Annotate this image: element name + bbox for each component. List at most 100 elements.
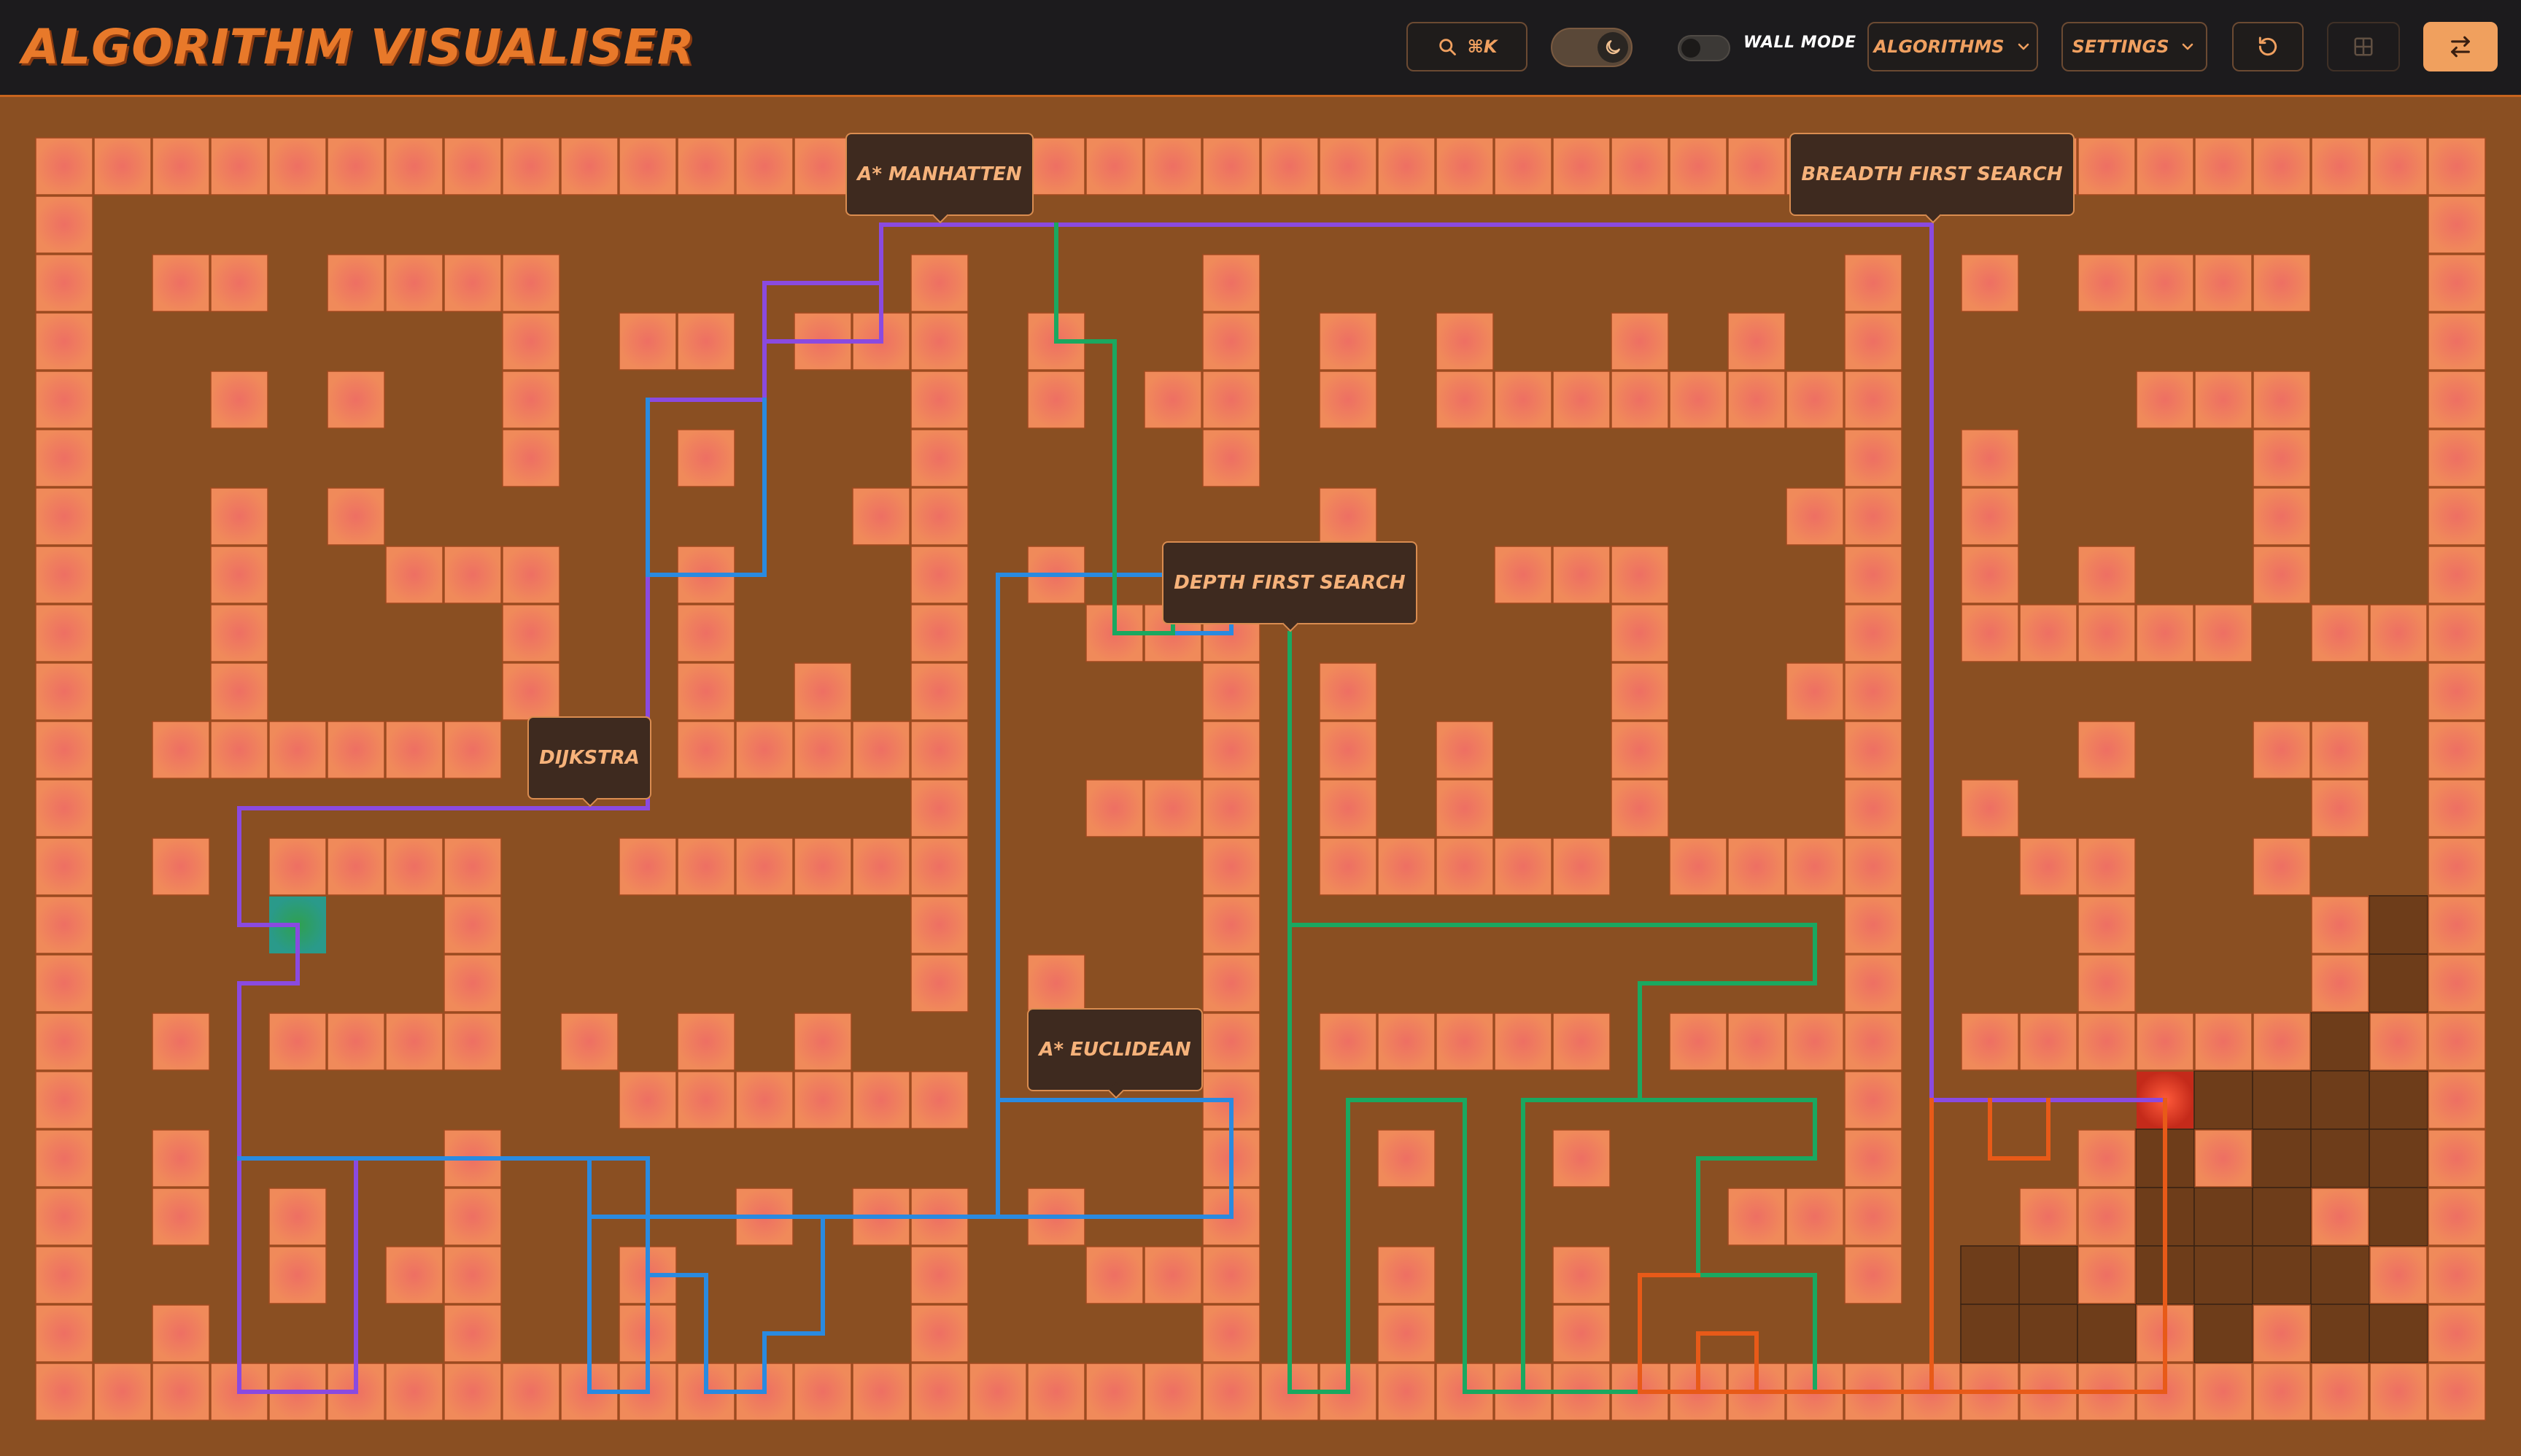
wall-tile[interactable] xyxy=(2077,1188,2136,1246)
visited-cell[interactable] xyxy=(1960,1245,2020,1305)
wall-tile[interactable] xyxy=(35,1363,93,1421)
visited-cell[interactable] xyxy=(2310,1070,2370,1130)
wall-tile[interactable] xyxy=(1611,137,1669,195)
wall-tile[interactable] xyxy=(35,721,93,779)
wall-tile[interactable] xyxy=(1494,837,1552,896)
wall-tile[interactable] xyxy=(1552,1129,1611,1188)
wall-tile[interactable] xyxy=(619,1071,677,1129)
wall-tile[interactable] xyxy=(910,662,969,721)
wall-tile[interactable] xyxy=(1844,1129,1902,1188)
wall-tile[interactable] xyxy=(35,195,93,254)
wall-tile[interactable] xyxy=(268,721,327,779)
wall-tile[interactable] xyxy=(1202,1012,1260,1071)
wall-tile[interactable] xyxy=(35,662,93,721)
wall-tile[interactable] xyxy=(444,254,502,312)
wall-tile[interactable] xyxy=(502,1363,560,1421)
wall-tile[interactable] xyxy=(1027,371,1085,429)
wall-tile[interactable] xyxy=(1319,137,1377,195)
wall-tile[interactable] xyxy=(619,312,677,371)
wall-tile[interactable] xyxy=(502,662,560,721)
wall-tile[interactable] xyxy=(1202,779,1260,837)
wall-tile[interactable] xyxy=(1202,1363,1260,1421)
wall-tile[interactable] xyxy=(35,429,93,487)
wall-tile[interactable] xyxy=(1436,721,1494,779)
wall-tile[interactable] xyxy=(444,1188,502,1246)
wall-tile[interactable] xyxy=(1727,371,1786,429)
wall-tile[interactable] xyxy=(1727,837,1786,896)
wall-tile[interactable] xyxy=(1844,721,1902,779)
wall-tile[interactable] xyxy=(268,137,327,195)
wall-tile[interactable] xyxy=(1727,312,1786,371)
wall-tile[interactable] xyxy=(2428,604,2486,662)
wall-tile[interactable] xyxy=(2428,137,2486,195)
wall-tile[interactable] xyxy=(152,1304,210,1363)
wall-tile[interactable] xyxy=(2311,896,2369,954)
wall-tile[interactable] xyxy=(1844,312,1902,371)
wall-tile[interactable] xyxy=(385,1363,444,1421)
wall-tile[interactable] xyxy=(2194,1012,2253,1071)
wall-tile[interactable] xyxy=(2253,137,2311,195)
wall-tile[interactable] xyxy=(2428,1304,2486,1363)
wall-tile[interactable] xyxy=(2428,1129,2486,1188)
wall-tile[interactable] xyxy=(2077,1129,2136,1188)
wall-tile[interactable] xyxy=(2253,546,2311,604)
wall-tile[interactable] xyxy=(735,721,794,779)
visited-cell[interactable] xyxy=(2369,1187,2428,1247)
wall-tile[interactable] xyxy=(502,429,560,487)
wall-tile[interactable] xyxy=(2253,371,2311,429)
wall-tile[interactable] xyxy=(1202,312,1260,371)
wall-tile[interactable] xyxy=(2428,195,2486,254)
visited-cell[interactable] xyxy=(2018,1245,2078,1305)
wall-tile[interactable] xyxy=(2428,371,2486,429)
wall-tile[interactable] xyxy=(35,546,93,604)
visited-cell[interactable] xyxy=(2252,1070,2312,1130)
wall-tile[interactable] xyxy=(1377,1304,1436,1363)
wall-tile[interactable] xyxy=(35,1246,93,1304)
wall-tile[interactable] xyxy=(385,1012,444,1071)
wall-tile[interactable] xyxy=(2077,1012,2136,1071)
wall-tile[interactable] xyxy=(1961,779,2019,837)
wall-tile[interactable] xyxy=(560,1012,619,1071)
wall-tile[interactable] xyxy=(152,837,210,896)
wall-tile[interactable] xyxy=(1085,137,1144,195)
wall-tile[interactable] xyxy=(35,312,93,371)
wall-tile[interactable] xyxy=(1144,371,1202,429)
wall-tile[interactable] xyxy=(1552,1304,1611,1363)
wall-tile[interactable] xyxy=(1202,662,1260,721)
wall-tile[interactable] xyxy=(2428,1188,2486,1246)
wall-tile[interactable] xyxy=(1961,546,2019,604)
wall-tile[interactable] xyxy=(210,546,268,604)
wall-tile[interactable] xyxy=(1727,1012,1786,1071)
wall-tile[interactable] xyxy=(385,254,444,312)
visited-cell[interactable] xyxy=(2252,1187,2312,1247)
wall-tile[interactable] xyxy=(910,896,969,954)
wall-tile[interactable] xyxy=(444,1012,502,1071)
wall-tile[interactable] xyxy=(1611,721,1669,779)
wall-tile[interactable] xyxy=(1144,1363,1202,1421)
maze-board[interactable] xyxy=(0,0,2521,1456)
wall-tile[interactable] xyxy=(852,721,910,779)
visited-cell[interactable] xyxy=(2369,1304,2428,1363)
wall-tile[interactable] xyxy=(794,137,852,195)
wall-tile[interactable] xyxy=(2019,1012,2077,1071)
wall-tile[interactable] xyxy=(1319,1012,1377,1071)
wall-tile[interactable] xyxy=(969,1363,1027,1421)
wall-tile[interactable] xyxy=(735,837,794,896)
wall-tile[interactable] xyxy=(35,1188,93,1246)
wall-tile[interactable] xyxy=(2428,779,2486,837)
wall-tile[interactable] xyxy=(2019,604,2077,662)
wall-tile[interactable] xyxy=(1844,546,1902,604)
wall-tile[interactable] xyxy=(910,371,969,429)
wall-tile[interactable] xyxy=(1377,1363,1436,1421)
wall-tile[interactable] xyxy=(1494,371,1552,429)
wall-tile[interactable] xyxy=(152,1363,210,1421)
visited-cell[interactable] xyxy=(2310,1128,2370,1188)
wall-tile[interactable] xyxy=(794,1012,852,1071)
wall-tile[interactable] xyxy=(1202,371,1260,429)
wall-tile[interactable] xyxy=(677,662,735,721)
wall-tile[interactable] xyxy=(327,721,385,779)
wall-tile[interactable] xyxy=(1844,662,1902,721)
wall-tile[interactable] xyxy=(2428,312,2486,371)
wall-tile[interactable] xyxy=(1202,954,1260,1012)
wall-tile[interactable] xyxy=(2194,1363,2253,1421)
